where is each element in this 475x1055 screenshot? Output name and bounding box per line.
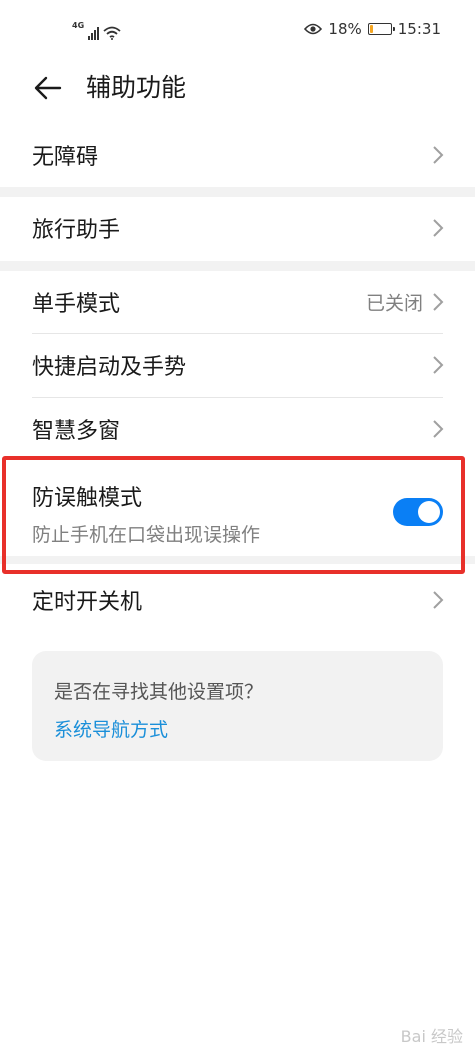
battery-icon bbox=[367, 23, 395, 35]
network-type: 4G bbox=[72, 21, 85, 30]
list-item-quick-launch[interactable]: 快捷启动及手势 bbox=[0, 334, 475, 396]
wifi-icon bbox=[103, 26, 121, 40]
status-bar: 4G 18% 15:31 bbox=[0, 0, 475, 60]
header: 辅助功能 bbox=[0, 66, 475, 110]
row-label: 定时开关机 bbox=[32, 590, 143, 615]
arrow-left-icon bbox=[34, 76, 62, 100]
battery-percent: 18% bbox=[328, 20, 362, 38]
back-button[interactable] bbox=[30, 70, 66, 106]
battery-fill bbox=[369, 25, 373, 33]
row-label: 智慧多窗 bbox=[32, 419, 121, 444]
eye-icon bbox=[304, 23, 323, 35]
list-item-one-hand-mode[interactable]: 单手模式 已关闭 bbox=[0, 271, 475, 333]
row-label: 无障碍 bbox=[32, 145, 99, 170]
clock: 15:31 bbox=[397, 20, 441, 38]
row-value: 已关闭 bbox=[365, 292, 423, 315]
status-right: 18% 15:31 bbox=[304, 20, 441, 38]
section-gap bbox=[0, 187, 475, 197]
watermark: Bai 经验 bbox=[400, 1027, 463, 1046]
suggestion-question: 是否在寻找其他设置项？ bbox=[54, 681, 264, 703]
page-title: 辅助功能 bbox=[86, 73, 187, 102]
status-left: 4G bbox=[72, 18, 121, 40]
chevron-right-icon bbox=[433, 356, 444, 374]
chevron-right-icon bbox=[433, 146, 444, 164]
screen: 4G 18% 15:31 辅助功能 无障碍 旅行助手 单手模式 已关闭 快捷启动… bbox=[0, 0, 475, 1055]
chevron-right-icon bbox=[433, 591, 444, 609]
list-item-scheduled-power[interactable]: 定时开关机 bbox=[0, 569, 475, 631]
signal-icon bbox=[88, 26, 100, 40]
highlight-annotation bbox=[2, 456, 465, 574]
list-item-travel-assistant[interactable]: 旅行助手 bbox=[0, 197, 475, 259]
suggestion-card: 是否在寻找其他设置项？ 系统导航方式 bbox=[32, 651, 443, 761]
list-item-smart-multiwindow[interactable]: 智慧多窗 bbox=[0, 398, 475, 460]
section-gap bbox=[0, 261, 475, 271]
row-label: 快捷启动及手势 bbox=[32, 355, 187, 380]
chevron-right-icon bbox=[433, 219, 444, 237]
list-item-accessibility[interactable]: 无障碍 bbox=[0, 124, 475, 186]
row-label: 旅行助手 bbox=[32, 218, 121, 243]
chevron-right-icon bbox=[433, 420, 444, 438]
system-navigation-link[interactable]: 系统导航方式 bbox=[54, 715, 168, 742]
chevron-right-icon bbox=[433, 293, 444, 311]
row-label: 单手模式 bbox=[32, 292, 121, 317]
